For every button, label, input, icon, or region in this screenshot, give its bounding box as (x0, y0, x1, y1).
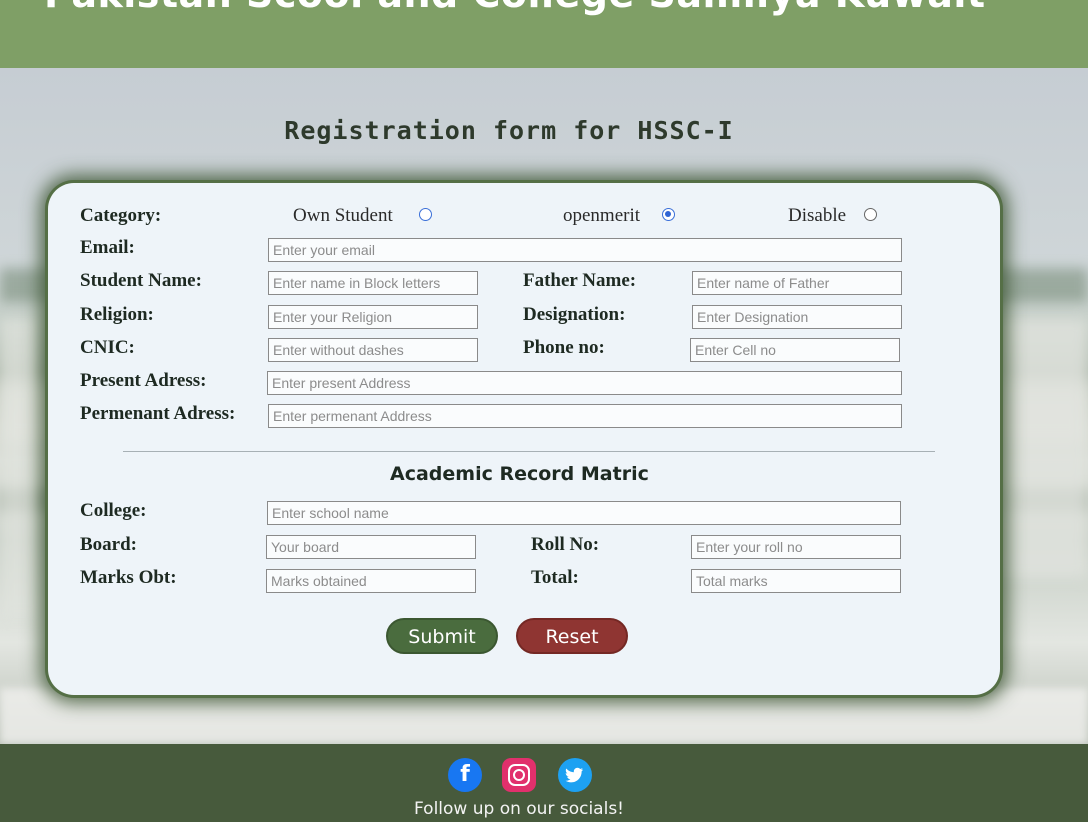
designation-label: Designation: (523, 304, 626, 325)
phone-label: Phone no: (523, 337, 605, 358)
cnic-field[interactable] (268, 338, 478, 362)
father-name-label: Father Name: (523, 270, 637, 291)
site-title: Pakistan Scool and College Salmiya Kuwai… (44, 0, 986, 16)
roll-no-field[interactable] (691, 535, 901, 559)
site-footer: f Follow up on our socials! (0, 744, 1088, 822)
roll-no-label: Roll No: (531, 534, 600, 555)
radio-disable[interactable] (864, 208, 877, 221)
facebook-icon[interactable]: f (448, 758, 482, 792)
email-field[interactable] (268, 238, 902, 262)
instagram-icon[interactable] (502, 758, 536, 792)
site-header: Pakistan Scool and College Salmiya Kuwai… (0, 0, 1088, 68)
cnic-label: CNIC: (80, 337, 135, 358)
section-divider (123, 451, 935, 452)
radio-own-student-label: Own Student (293, 205, 393, 226)
phone-field[interactable] (690, 338, 900, 362)
present-address-field[interactable] (267, 371, 902, 395)
total-marks-label: Total: (531, 567, 579, 588)
board-label: Board: (80, 534, 137, 555)
radio-own-student[interactable] (419, 208, 432, 221)
category-label: Category: (80, 205, 162, 226)
college-label: College: (80, 500, 147, 521)
radio-disable-label: Disable (788, 205, 847, 226)
religion-field[interactable] (268, 305, 478, 329)
student-name-label: Student Name: (80, 270, 202, 291)
permanent-address-field[interactable] (268, 404, 902, 428)
marks-obtained-label: Marks Obt: (80, 567, 177, 588)
twitter-icon[interactable] (558, 758, 592, 792)
religion-label: Religion: (80, 304, 154, 325)
student-name-field[interactable] (268, 271, 478, 295)
marks-obtained-field[interactable] (266, 569, 476, 593)
college-field[interactable] (267, 501, 901, 525)
reset-button[interactable]: Reset (516, 618, 628, 654)
form-title: Registration form for HSSC-I (284, 116, 734, 145)
board-field[interactable] (266, 535, 476, 559)
radio-openmerit[interactable] (662, 208, 675, 221)
permanent-address-label: Permenant Adress: (80, 403, 236, 424)
present-address-label: Present Adress: (80, 370, 207, 391)
academic-record-title: Academic Record Matric (390, 463, 649, 485)
submit-button[interactable]: Submit (386, 618, 498, 654)
designation-field[interactable] (692, 305, 902, 329)
radio-openmerit-label: openmerit (563, 205, 641, 226)
father-name-field[interactable] (692, 271, 902, 295)
email-label: Email: (80, 237, 135, 258)
total-marks-field[interactable] (691, 569, 901, 593)
follow-socials-text: Follow up on our socials! (414, 799, 624, 819)
